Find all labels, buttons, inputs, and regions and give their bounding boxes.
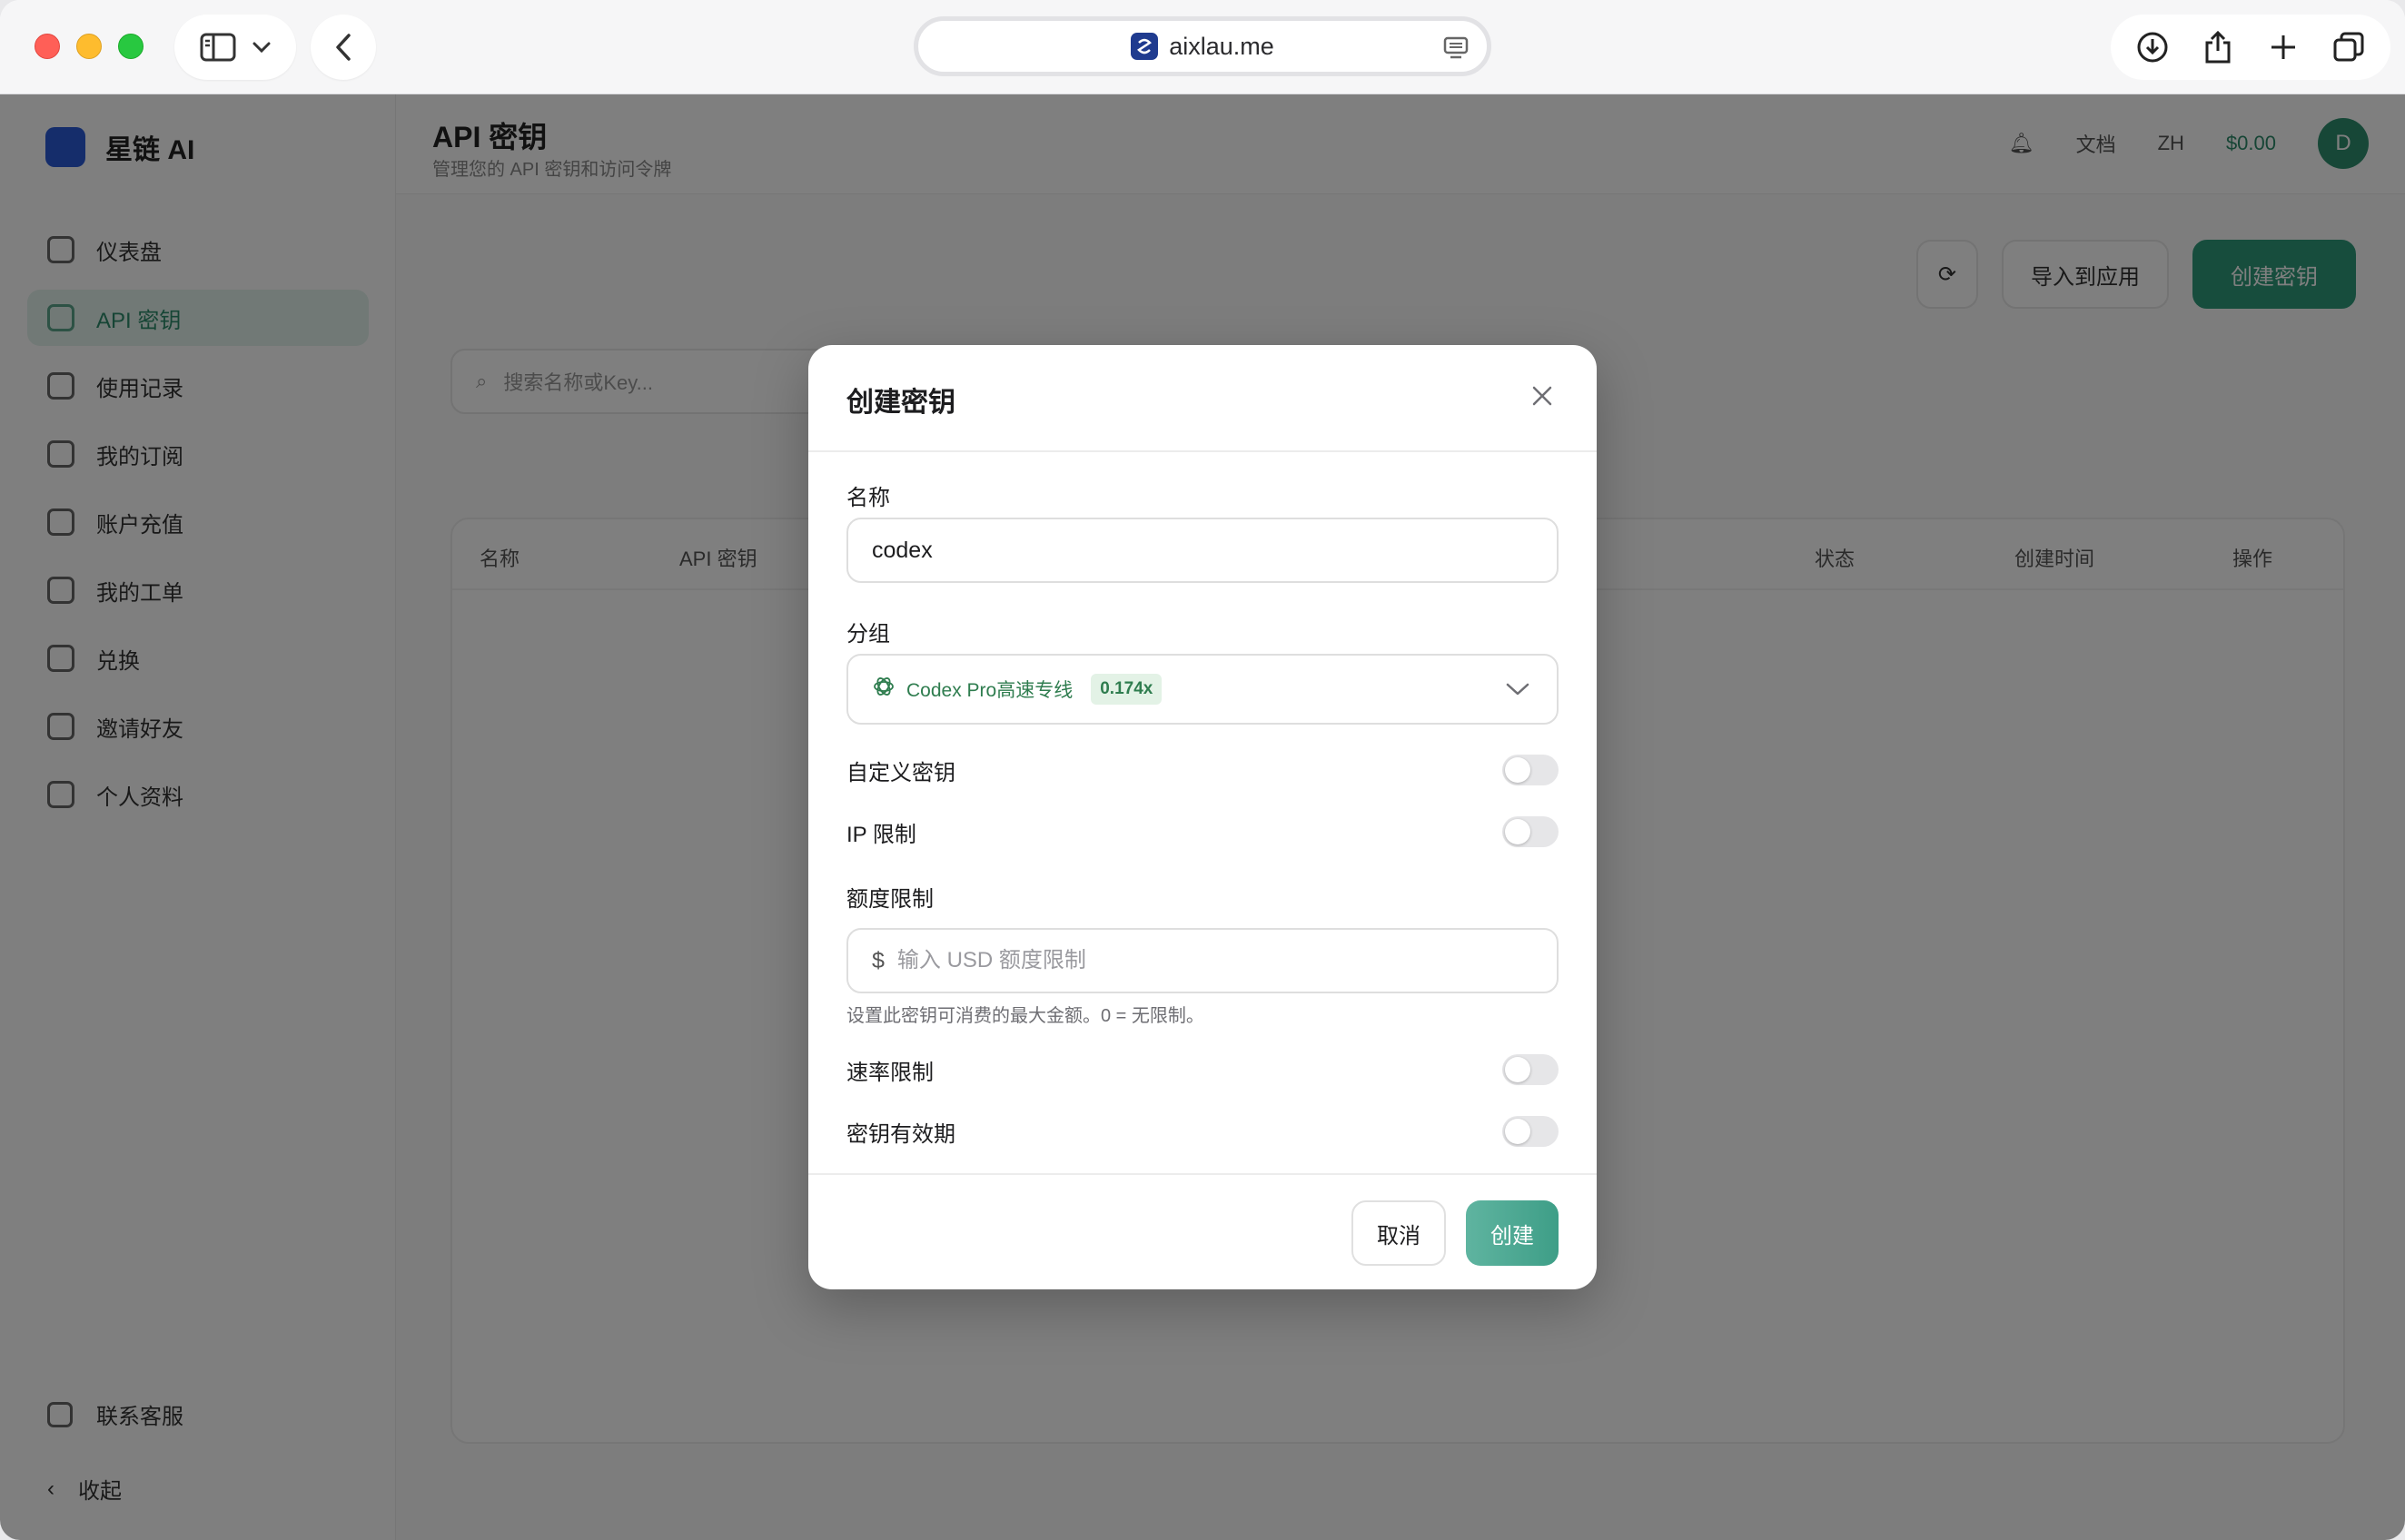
chevron-down-icon[interactable] xyxy=(252,41,271,54)
chevron-left-icon xyxy=(334,33,352,62)
close-window-button[interactable] xyxy=(35,34,60,59)
dialog-footer: 取消 创建 xyxy=(808,1173,1597,1289)
close-button[interactable] xyxy=(1524,380,1560,416)
reader-mode-icon[interactable] xyxy=(1443,36,1469,64)
openai-logo-icon xyxy=(872,675,896,705)
browser-right-tools xyxy=(2111,15,2390,80)
group-label: 分组 xyxy=(846,622,890,647)
chevron-down-icon xyxy=(1506,676,1529,703)
rate-badge: 0.174x xyxy=(1091,674,1163,705)
tab-overview-icon[interactable] xyxy=(2316,15,2381,80)
name-field[interactable]: codex xyxy=(846,518,1559,583)
dialog-header: 创建密钥 xyxy=(808,345,1597,452)
maximize-window-button[interactable] xyxy=(118,34,144,59)
group-selected-value: Codex Pro高速专线 0.174x xyxy=(872,674,1163,705)
quota-input[interactable] xyxy=(896,948,1442,973)
address-bar[interactable]: aixlau.me xyxy=(914,16,1491,76)
ip-limit-toggle[interactable] xyxy=(1502,816,1559,847)
minimize-window-button[interactable] xyxy=(76,34,102,59)
browser-toolbar: aixlau.me xyxy=(0,0,2405,94)
quota-field[interactable]: $ xyxy=(846,928,1559,993)
rate-limit-row: 速率限制 xyxy=(846,1053,1559,1086)
currency-symbol: $ xyxy=(872,947,885,973)
site-favicon-icon xyxy=(1131,33,1159,60)
create-button[interactable]: 创建 xyxy=(1466,1200,1559,1266)
quota-label: 额度限制 xyxy=(846,887,934,912)
name-label: 名称 xyxy=(846,486,890,510)
custom-key-row: 自定义密钥 xyxy=(846,754,1559,786)
rate-limit-toggle[interactable] xyxy=(1502,1054,1559,1085)
create-key-dialog: 创建密钥 名称 codex 分组 Codex Pro高速专线 0.174x 自定… xyxy=(808,345,1597,1289)
expiry-label: 密钥有效期 xyxy=(846,1121,955,1147)
dialog-title: 创建密钥 xyxy=(846,388,955,418)
cancel-button[interactable]: 取消 xyxy=(1351,1200,1446,1266)
group-name: Codex Pro高速专线 xyxy=(906,680,1074,701)
downloads-icon[interactable] xyxy=(2120,15,2185,80)
expiry-toggle[interactable] xyxy=(1502,1116,1559,1147)
sidebar-toggle-group[interactable] xyxy=(174,15,296,80)
back-button[interactable] xyxy=(311,15,376,80)
sidebar-icon[interactable] xyxy=(200,33,236,62)
ip-limit-label: IP 限制 xyxy=(846,822,916,847)
browser-window: aixlau.me 星链 AI xyxy=(0,0,2405,1540)
new-tab-icon[interactable] xyxy=(2251,15,2316,80)
share-icon[interactable] xyxy=(2185,15,2251,80)
close-icon xyxy=(1531,385,1553,411)
group-select[interactable]: Codex Pro高速专线 0.174x xyxy=(846,654,1559,725)
ip-limit-row: IP 限制 xyxy=(846,815,1559,848)
url-text: aixlau.me xyxy=(1169,32,1274,60)
expiry-row: 密钥有效期 xyxy=(846,1115,1559,1148)
rate-limit-label: 速率限制 xyxy=(846,1060,934,1085)
name-value: codex xyxy=(872,537,933,563)
quota-hint: 设置此密钥可消费的最大金额。0 = 无限制。 xyxy=(846,1006,1204,1026)
custom-key-label: 自定义密钥 xyxy=(846,760,955,785)
custom-key-toggle[interactable] xyxy=(1502,755,1559,785)
